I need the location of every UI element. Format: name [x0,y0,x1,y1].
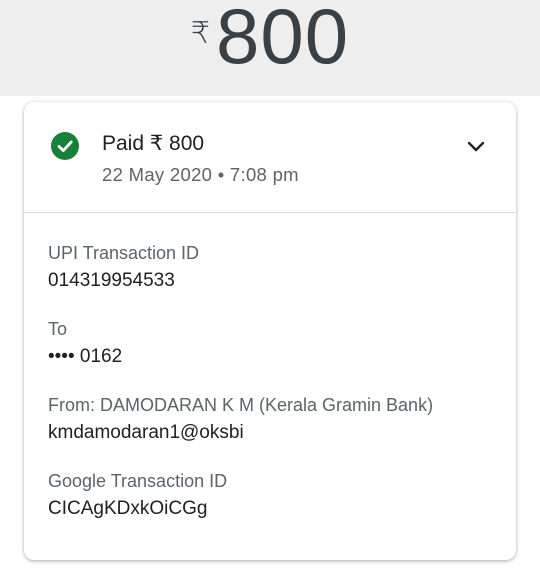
amount-header: ₹ 800 [0,0,540,96]
transaction-details: UPI Transaction ID 014319954533 To •••• … [24,213,516,523]
google-transaction-id-value[interactable]: CICAgKDxkOiCGg [48,495,492,523]
check-circle-icon [51,132,79,160]
recipient: To •••• 0162 [48,317,492,371]
upi-transaction-id-value[interactable]: 014319954533 [48,267,492,295]
chevron-down-icon[interactable] [464,134,488,158]
transaction-summary[interactable]: Paid ₹ 800 22 May 2020 • 7:08 pm [24,102,516,213]
recipient-account: •••• 0162 [48,346,123,367]
currency-symbol: ₹ [190,17,210,50]
recipient-label: To [48,319,68,339]
sender: From: DAMODARAN K M (Kerala Gramin Bank)… [48,393,492,447]
upi-transaction-id-label: UPI Transaction ID [48,243,200,263]
google-transaction-id-label: Google Transaction ID [48,471,228,491]
sender-upi-id[interactable]: kmdamodaran1@oksbi [48,419,492,447]
payment-date-time: 22 May 2020 • 7:08 pm [102,164,299,185]
sender-label: From: DAMODARAN K M (Kerala Gramin Bank) [48,395,434,415]
amount-value: 800 [215,0,350,80]
amount-display: ₹ 800 [0,0,540,76]
payment-status: Paid ₹ 800 [102,132,205,155]
upi-transaction-id: UPI Transaction ID 014319954533 [48,241,492,295]
transaction-card: Paid ₹ 800 22 May 2020 • 7:08 pm UPI Tra… [24,102,516,560]
google-transaction-id: Google Transaction ID CICAgKDxkOiCGg [48,469,492,523]
